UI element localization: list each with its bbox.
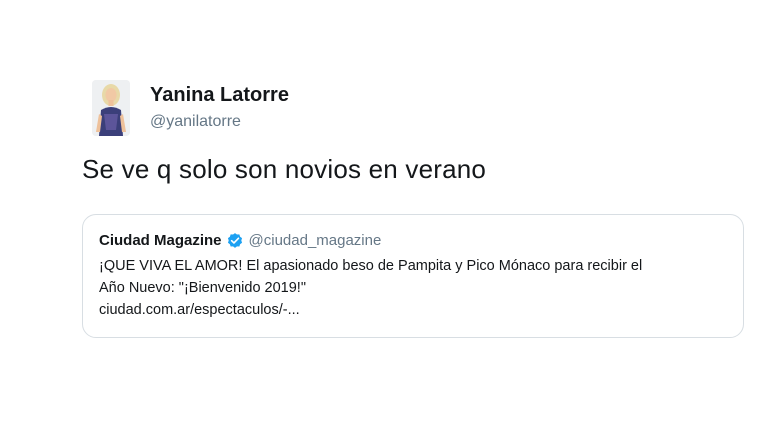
avatar-image <box>92 80 130 136</box>
quoted-tweet-header: Ciudad Magazine @ciudad_magazine <box>99 230 727 252</box>
author-name[interactable]: Yanina Latorre <box>150 83 289 107</box>
author-block: Yanina Latorre @yanilatorre <box>150 83 289 133</box>
quoted-author-name: Ciudad Magazine <box>99 232 222 249</box>
quoted-text-line-2: Año Nuevo: "¡Bienvenido 2019!" <box>99 280 306 296</box>
quoted-author-handle: @ciudad_magazine <box>248 232 382 249</box>
author-handle[interactable]: @yanilatorre <box>150 111 289 133</box>
verified-badge-icon <box>227 233 242 248</box>
quoted-tweet-link[interactable]: ciudad.com.ar/espectaculos/-... <box>99 299 727 321</box>
tweet-header: Yanina Latorre @yanilatorre <box>92 80 289 136</box>
quoted-tweet-card[interactable]: Ciudad Magazine @ciudad_magazine ¡QUE VI… <box>82 214 744 338</box>
tweet-screenshot: Yanina Latorre @yanilatorre Se ve q solo… <box>0 0 770 433</box>
quoted-text-line-1: ¡QUE VIVA EL AMOR! El apasionado beso de… <box>99 258 643 274</box>
quoted-tweet-text: ¡QUE VIVA EL AMOR! El apasionado beso de… <box>99 255 727 321</box>
avatar[interactable] <box>92 80 130 136</box>
tweet-text: Se ve q solo son novios en verano <box>82 154 487 184</box>
